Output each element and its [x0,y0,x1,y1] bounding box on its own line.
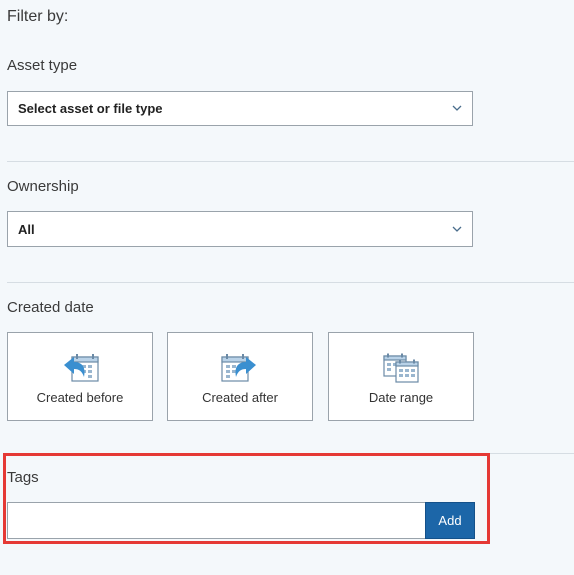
ownership-select[interactable]: All [7,211,473,247]
tags-input[interactable] [7,502,426,539]
chevron-down-icon [452,103,462,114]
add-tag-button[interactable]: Add [425,502,475,539]
asset-type-label: Asset type [7,57,78,74]
created-date-label: Created date [7,299,94,316]
ownership-selected-value: All [18,221,35,237]
ownership-label: Ownership [7,178,79,195]
calendar-arrow-left-icon [58,353,102,383]
created-before-label: Created before [36,390,124,405]
date-range-label: Date range [368,390,434,405]
filter-heading: Filter by: [7,8,69,25]
created-after-button[interactable]: Created after [167,332,313,421]
created-after-label: Created after [202,390,278,405]
asset-type-select[interactable]: Select asset or file type [7,91,473,126]
divider [7,282,574,283]
calendar-arrow-right-icon [218,353,262,383]
calendar-range-icon [381,353,421,383]
date-range-button[interactable]: Date range [328,332,474,421]
divider [7,161,574,162]
asset-type-selected-value: Select asset or file type [18,101,163,116]
divider [7,453,574,454]
chevron-down-icon [452,224,462,235]
created-before-button[interactable]: Created before [7,332,153,421]
tags-label: Tags [7,469,39,486]
